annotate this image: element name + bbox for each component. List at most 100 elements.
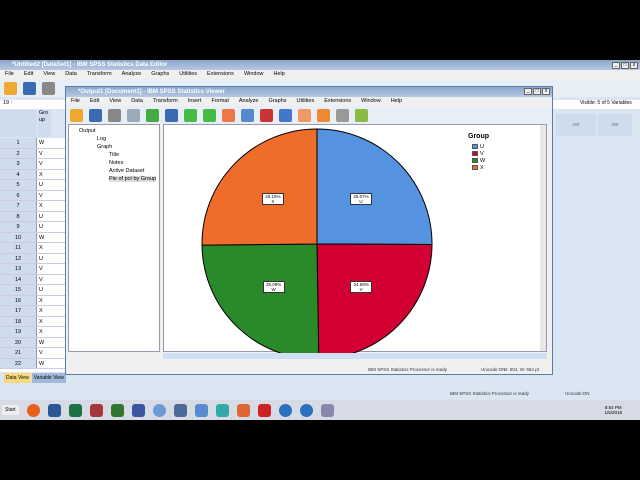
table-row[interactable]: 17 X [0, 306, 65, 317]
viewer-window-buttons[interactable]: _ □ x [524, 88, 550, 95]
table-row[interactable]: 18 X [0, 316, 65, 327]
print-icon[interactable] [42, 81, 55, 95]
redo-icon[interactable] [203, 108, 216, 122]
menu-extensions[interactable]: Extensions [319, 97, 356, 106]
firefox-icon[interactable] [26, 403, 40, 417]
column-header-var[interactable]: var [598, 114, 632, 136]
show-all-icon[interactable] [317, 108, 330, 122]
goto-variable-icon[interactable] [260, 108, 273, 122]
visio-icon[interactable] [131, 403, 145, 417]
table-row[interactable]: 15 U [0, 285, 65, 296]
row-number[interactable]: 16 [0, 295, 37, 305]
tab-variable-view[interactable]: Variable View [31, 373, 66, 383]
cell-group[interactable]: X [37, 243, 65, 253]
menu-analyze[interactable]: Analyze [117, 70, 147, 79]
row-number[interactable]: 6 [0, 190, 37, 200]
menu-format[interactable]: Format [206, 97, 233, 106]
table-row[interactable]: 10 W [0, 232, 65, 243]
cell-group[interactable]: U [37, 180, 65, 190]
cell-group[interactable]: V [37, 191, 65, 201]
data-grid[interactable]: 1 W 2 V 3 V 4 X 5 U 6 V 7 X 8 U 9 U 10 W 11 X 12 U 13 V 14 V 15 U 16 X 1… [0, 138, 65, 372]
cell-group[interactable]: V [37, 348, 65, 358]
cell-group[interactable]: X [37, 317, 65, 327]
menu-transform[interactable]: Transform [148, 97, 183, 106]
table-row[interactable]: 1W [0, 138, 65, 149]
cell-group[interactable]: X [37, 327, 65, 337]
cell-group[interactable]: V [37, 264, 65, 274]
row-number[interactable]: 4 [0, 169, 37, 179]
insert-icon[interactable] [355, 108, 368, 122]
row-number[interactable]: 21 [0, 348, 37, 358]
cell-group[interactable]: X [37, 201, 65, 211]
row-number[interactable]: 12 [0, 253, 37, 263]
menu-window[interactable]: Window [356, 97, 386, 106]
menu-file[interactable]: File [0, 70, 19, 79]
tree-graph[interactable]: Graph [97, 144, 112, 150]
menu-graphs[interactable]: Graphs [146, 70, 174, 79]
editor-window-buttons[interactable]: _ □ x [612, 62, 638, 69]
row-number[interactable]: 13 [0, 264, 37, 274]
cell-group[interactable]: W [37, 138, 65, 148]
menu-analyze[interactable]: Analyze [234, 97, 264, 106]
menu-data[interactable]: Data [60, 70, 82, 79]
recall-dialog-icon[interactable] [165, 108, 178, 122]
access-icon[interactable] [89, 403, 103, 417]
open-icon[interactable] [70, 108, 83, 122]
cell-group[interactable]: U [37, 254, 65, 264]
word-icon[interactable] [47, 403, 61, 417]
cell-group[interactable]: V [37, 159, 65, 169]
matlab-icon[interactable] [236, 403, 250, 417]
tree-title[interactable]: Title [109, 152, 119, 158]
menu-view[interactable]: View [104, 97, 126, 106]
undo-icon[interactable] [184, 108, 197, 122]
excel-icon[interactable] [68, 403, 82, 417]
cell-group[interactable]: U [37, 222, 65, 232]
table-row[interactable]: 19 X [0, 327, 65, 338]
menu-edit[interactable]: Edit [19, 70, 38, 79]
save-icon[interactable] [89, 108, 102, 122]
row-number[interactable]: 5 [0, 180, 37, 190]
print-preview-icon[interactable] [127, 108, 140, 122]
project-icon[interactable] [110, 403, 124, 417]
table-row[interactable]: 8U [0, 211, 65, 222]
menu-insert[interactable]: Insert [183, 97, 207, 106]
network-app-icon[interactable] [278, 403, 292, 417]
horizontal-scrollbar[interactable] [163, 353, 547, 359]
table-row[interactable]: 9U [0, 222, 65, 233]
table-row[interactable]: 13 V [0, 264, 65, 275]
menu-utilities[interactable]: Utilities [291, 97, 319, 106]
open-icon[interactable] [4, 81, 17, 95]
menu-view[interactable]: View [38, 70, 60, 79]
tree-output[interactable]: Output [79, 128, 96, 134]
export-icon[interactable] [146, 108, 159, 122]
row-number[interactable]: 15 [0, 285, 37, 295]
cell-group[interactable]: W [37, 233, 65, 243]
menu-edit[interactable]: Edit [85, 97, 104, 106]
menu-transform[interactable]: Transform [82, 70, 117, 79]
table-row[interactable]: 20 W [0, 337, 65, 348]
menu-utilities[interactable]: Utilities [174, 70, 202, 79]
table-row[interactable]: 16 X [0, 295, 65, 306]
tree-pie-chart[interactable]: Pie of pct by Group [109, 176, 157, 182]
table-row[interactable]: 3V [0, 159, 65, 170]
cell-group[interactable]: U [37, 285, 65, 295]
tab-data-view[interactable]: Data View [4, 373, 31, 383]
row-number[interactable]: 7 [0, 201, 37, 211]
save-icon[interactable] [23, 81, 36, 95]
row-number[interactable]: 22 [0, 358, 37, 368]
tree-notes[interactable]: Notes [109, 160, 123, 166]
r-icon[interactable] [299, 403, 313, 417]
table-row[interactable]: 21 V [0, 348, 65, 359]
menu-graphs[interactable]: Graphs [263, 97, 291, 106]
goto-data-icon[interactable] [222, 108, 235, 122]
cell-group[interactable]: V [37, 149, 65, 159]
row-number[interactable]: 8 [0, 211, 37, 221]
menu-file[interactable]: File [66, 97, 85, 106]
row-number[interactable]: 2 [0, 148, 37, 158]
table-row[interactable]: 11 X [0, 243, 65, 254]
table-row[interactable]: 12 U [0, 253, 65, 264]
chart-app-icon[interactable] [215, 403, 229, 417]
row-number[interactable]: 11 [0, 243, 37, 253]
row-number[interactable]: 14 [0, 274, 37, 284]
designate-window-icon[interactable] [298, 108, 311, 122]
